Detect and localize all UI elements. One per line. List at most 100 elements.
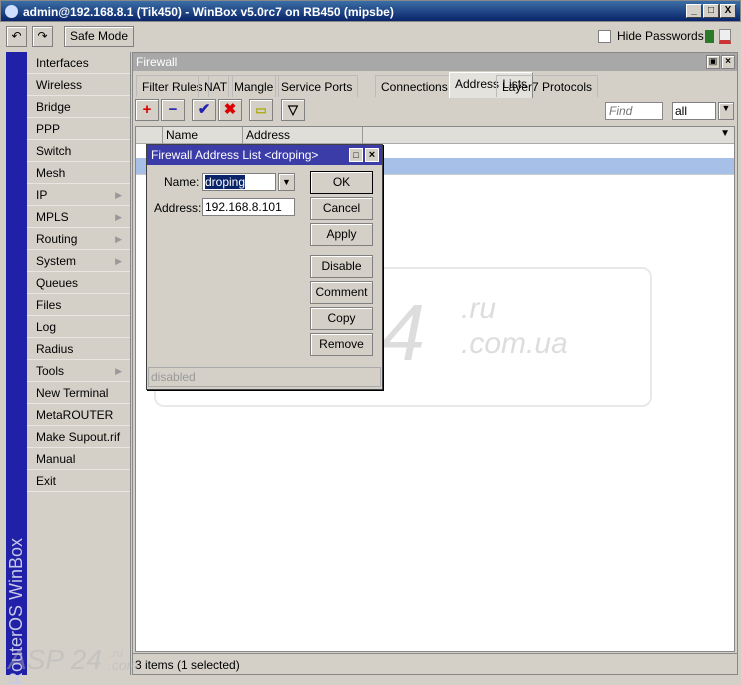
close-icon[interactable]: × <box>365 148 379 162</box>
add-icon[interactable]: + <box>135 99 159 121</box>
sidebar-item-label: System <box>36 254 77 268</box>
sidebar-item-label: Interfaces <box>36 56 89 70</box>
sidebar-item-label: Switch <box>36 144 72 158</box>
sidebar-item-files[interactable]: Files <box>27 294 130 316</box>
sidebar-item-metarouter[interactable]: MetaROUTER <box>27 404 130 426</box>
filter-icon[interactable]: ▽ <box>281 99 305 121</box>
comment-icon[interactable]: ▭ <box>249 99 273 121</box>
tab-connections[interactable]: Connections <box>375 75 454 97</box>
watermark-ru: .ru <box>461 292 497 325</box>
close-icon[interactable]: × <box>721 55 735 69</box>
minimize-button[interactable]: _ <box>686 4 702 18</box>
apply-button[interactable]: Apply <box>310 223 373 246</box>
tab-mangle[interactable]: Mangle <box>228 75 280 97</box>
lock-icon <box>719 29 731 44</box>
submenu-arrow-icon: ▶ <box>115 256 122 266</box>
redo-button[interactable]: ↷ <box>32 26 53 47</box>
sidebar-item-queues[interactable]: Queues <box>27 272 130 294</box>
hide-passwords-checkbox[interactable] <box>598 30 611 43</box>
name-value: droping <box>205 175 246 189</box>
firewall-title: Firewall <box>133 53 737 71</box>
restore-icon[interactable]: ▣ <box>706 55 720 69</box>
dialog-title: Firewall Address List <droping> <box>147 145 382 165</box>
sidebar-item-label: Files <box>36 298 62 312</box>
name-label: Name: <box>164 175 200 189</box>
column-menu-icon[interactable]: ▼ <box>720 128 730 139</box>
remove-button[interactable]: Remove <box>310 333 373 356</box>
sidebar-item-label: New Terminal <box>36 386 109 400</box>
sidebar-item-mpls[interactable]: MPLS ▶ <box>27 206 130 228</box>
close-button[interactable]: X <box>720 4 736 18</box>
submenu-arrow-icon: ▶ <box>115 212 122 222</box>
sidebar-menu: Interfaces Wireless Bridge PPP Switch Mesh IP ▶… <box>27 52 131 675</box>
sidebar-item-bridge[interactable]: Bridge <box>27 96 130 118</box>
sidebar-item-label: Log <box>36 320 57 334</box>
filter-dropdown-icon[interactable]: ▼ <box>718 102 734 120</box>
find-input[interactable] <box>605 102 663 120</box>
sidebar-item-routing[interactable]: Routing ▶ <box>27 228 130 250</box>
enable-check-icon[interactable]: ✔ <box>192 99 216 121</box>
sidebar-item-label: MPLS <box>36 210 69 224</box>
sidebar-item-label: Routing <box>36 232 78 246</box>
sidebar-item-interfaces[interactable]: Interfaces <box>27 52 130 74</box>
sidebar-item-ip[interactable]: IP ▶ <box>27 184 130 206</box>
maximize-icon[interactable]: □ <box>349 148 363 162</box>
sidebar-item-new-terminal[interactable]: New Terminal <box>27 382 130 404</box>
name-field[interactable]: droping <box>202 173 276 191</box>
window-title-bar: admin@192.168.8.1 (Tik450) - WinBox v5.0… <box>0 0 741 22</box>
filter-select[interactable]: all <box>672 102 716 120</box>
window-title: admin@192.168.8.1 (Tik450) - WinBox v5.0… <box>23 5 394 19</box>
sidebar-item-label: Queues <box>36 276 79 290</box>
sidebar-item-label: Manual <box>36 452 76 466</box>
disable-x-icon[interactable]: ✖ <box>218 99 242 121</box>
dialog-status: disabled <box>148 367 381 387</box>
sidebar-item-wireless[interactable]: Wireless <box>27 74 130 96</box>
undo-button[interactable]: ↶ <box>6 26 27 47</box>
cancel-button[interactable]: Cancel <box>310 197 373 220</box>
sidebar-item-log[interactable]: Log <box>27 316 130 338</box>
sidebar-item-radius[interactable]: Radius <box>27 338 130 360</box>
hide-passwords-label: Hide Passwords <box>617 29 704 43</box>
safe-mode-button[interactable]: Safe Mode <box>64 26 134 47</box>
address-label: Address: <box>154 201 202 215</box>
submenu-arrow-icon: ▶ <box>115 366 122 376</box>
ok-button[interactable]: OK <box>310 171 373 194</box>
tab-layer7-protocols[interactable]: Layer7 Protocols <box>496 75 599 97</box>
sidebar-item-switch[interactable]: Switch <box>27 140 130 162</box>
watermark-small: ASP 24 <box>8 644 102 675</box>
maximize-button[interactable]: □ <box>703 4 719 18</box>
sidebar-item-manual[interactable]: Manual <box>27 448 130 470</box>
copy-button[interactable]: Copy <box>310 307 373 330</box>
comment-button[interactable]: Comment <box>310 281 373 304</box>
sidebar-brand-strip: RouterOS WinBox <box>6 52 27 685</box>
column-address[interactable]: Address <box>243 127 363 144</box>
sidebar-item-label: Wireless <box>36 78 83 92</box>
watermark-comua: .com.ua <box>461 327 568 360</box>
name-dropdown-icon[interactable]: ▼ <box>278 173 295 191</box>
status-bar: 3 items (1 selected) <box>133 653 737 675</box>
sidebar-item-tools[interactable]: Tools ▶ <box>27 360 130 382</box>
sidebar-item-ppp[interactable]: PPP <box>27 118 130 140</box>
sidebar-item-label: IP <box>36 188 48 202</box>
sidebar-item-label: Tools <box>36 364 65 378</box>
sidebar-item-exit[interactable]: Exit <box>27 470 130 492</box>
sidebar-item-label: MetaROUTER <box>36 408 114 422</box>
watermark-small-com: .com <box>108 657 139 673</box>
remove-icon[interactable]: − <box>161 99 185 121</box>
sidebar-item-make-supout-rif[interactable]: Make Supout.rif <box>27 426 130 448</box>
tab-service-ports[interactable]: Service Ports <box>275 75 359 97</box>
sidebar-item-label: Make Supout.rif <box>36 430 121 444</box>
sidebar-item-mesh[interactable]: Mesh <box>27 162 130 184</box>
address-field[interactable]: 192.168.8.101 <box>202 198 295 216</box>
sidebar-item-system[interactable]: System ▶ <box>27 250 130 272</box>
submenu-arrow-icon: ▶ <box>115 190 122 200</box>
submenu-arrow-icon: ▶ <box>115 234 122 244</box>
column-name[interactable]: Name <box>163 127 243 144</box>
column-flags[interactable] <box>136 127 163 144</box>
winbox-icon <box>5 5 18 18</box>
sidebar-item-label: Mesh <box>36 166 66 180</box>
sidebar-item-label: PPP <box>36 122 61 136</box>
sidebar-item-label: Exit <box>36 474 57 488</box>
disable-button[interactable]: Disable <box>310 255 373 278</box>
address-list-dialog: Firewall Address List <droping> □ × Name… <box>146 144 383 390</box>
